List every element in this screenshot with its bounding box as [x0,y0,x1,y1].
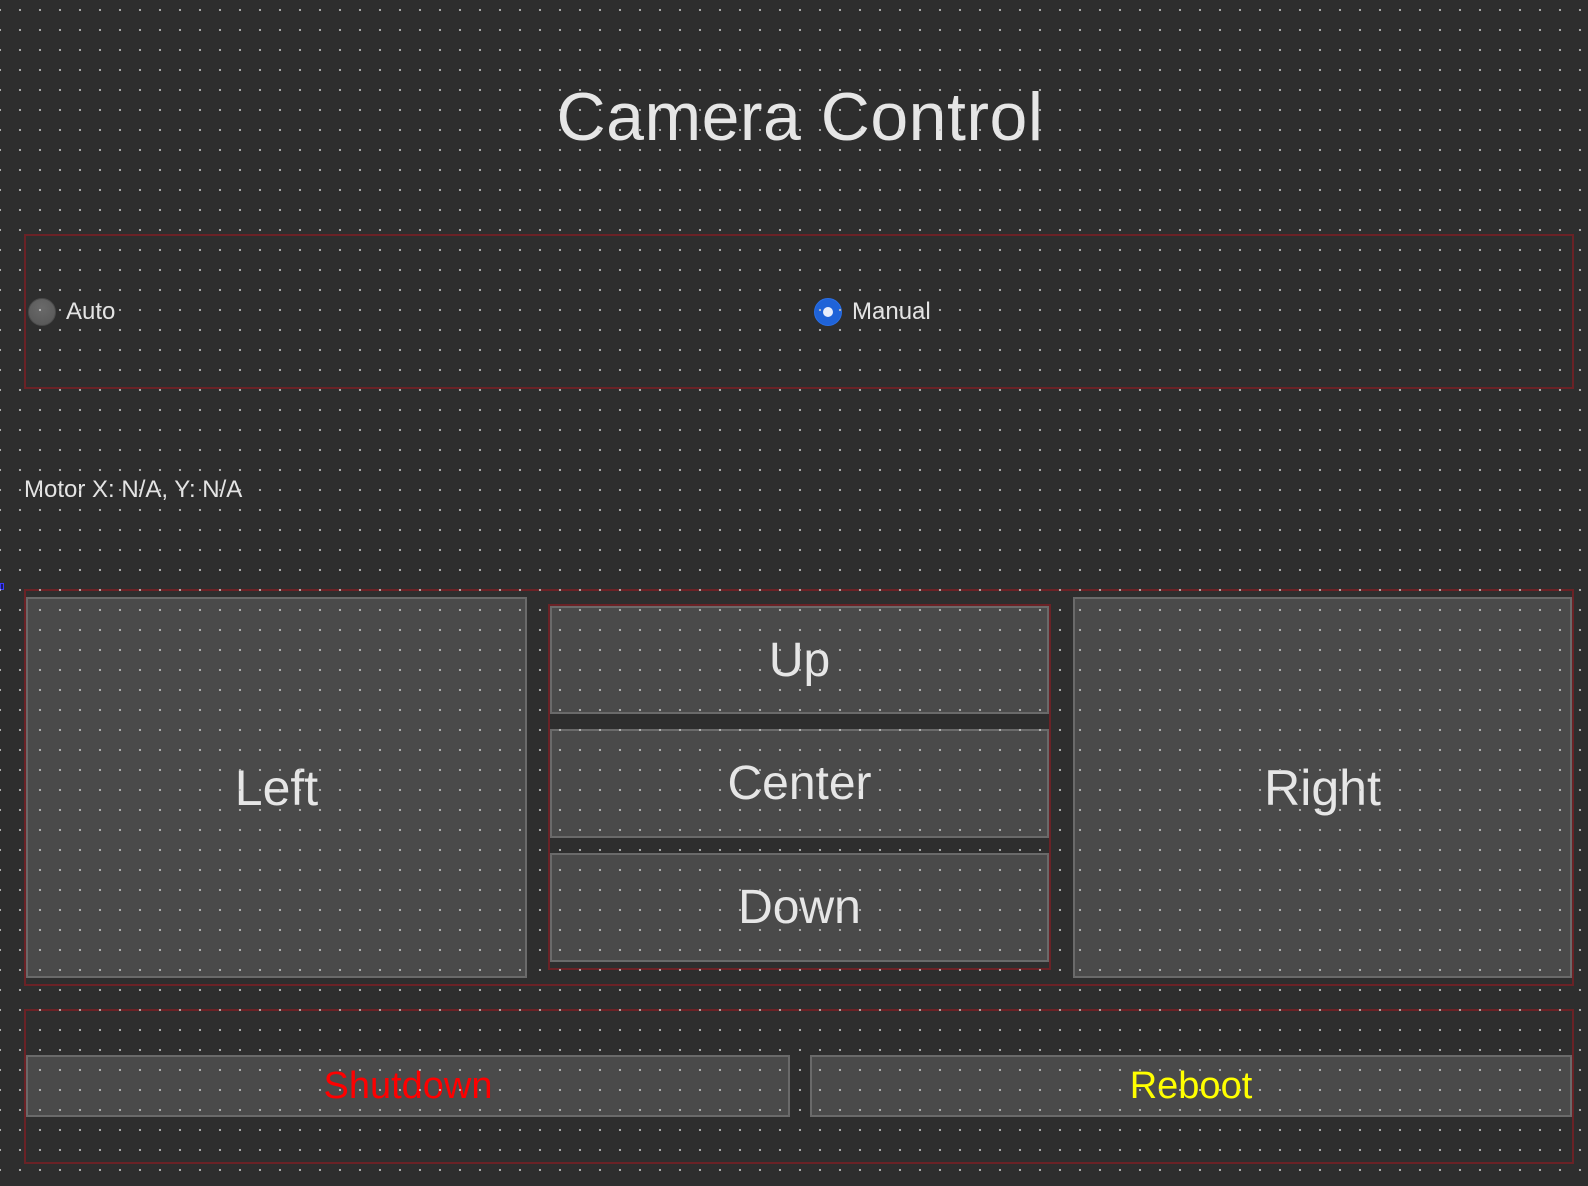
shutdown-button[interactable]: Shutdown [26,1055,790,1117]
right-button[interactable]: Right [1073,597,1572,978]
radio-auto-indicator[interactable] [28,298,56,326]
reboot-button[interactable]: Reboot [810,1055,1572,1117]
radio-auto-label: Auto [66,298,116,325]
page-title: Camera Control [556,79,1044,155]
up-button[interactable]: Up [550,606,1049,714]
motor-status-label: Motor X: N/A, Y: N/A [24,476,243,503]
focus-marker [0,583,4,590]
radio-manual-indicator[interactable] [814,298,842,326]
radio-manual[interactable]: Manual [814,298,931,326]
radio-manual-label: Manual [852,298,931,325]
center-button[interactable]: Center [550,729,1049,838]
mode-group [24,234,1574,389]
left-button[interactable]: Left [26,597,527,978]
radio-auto[interactable]: Auto [28,298,115,326]
down-button[interactable]: Down [550,853,1049,962]
